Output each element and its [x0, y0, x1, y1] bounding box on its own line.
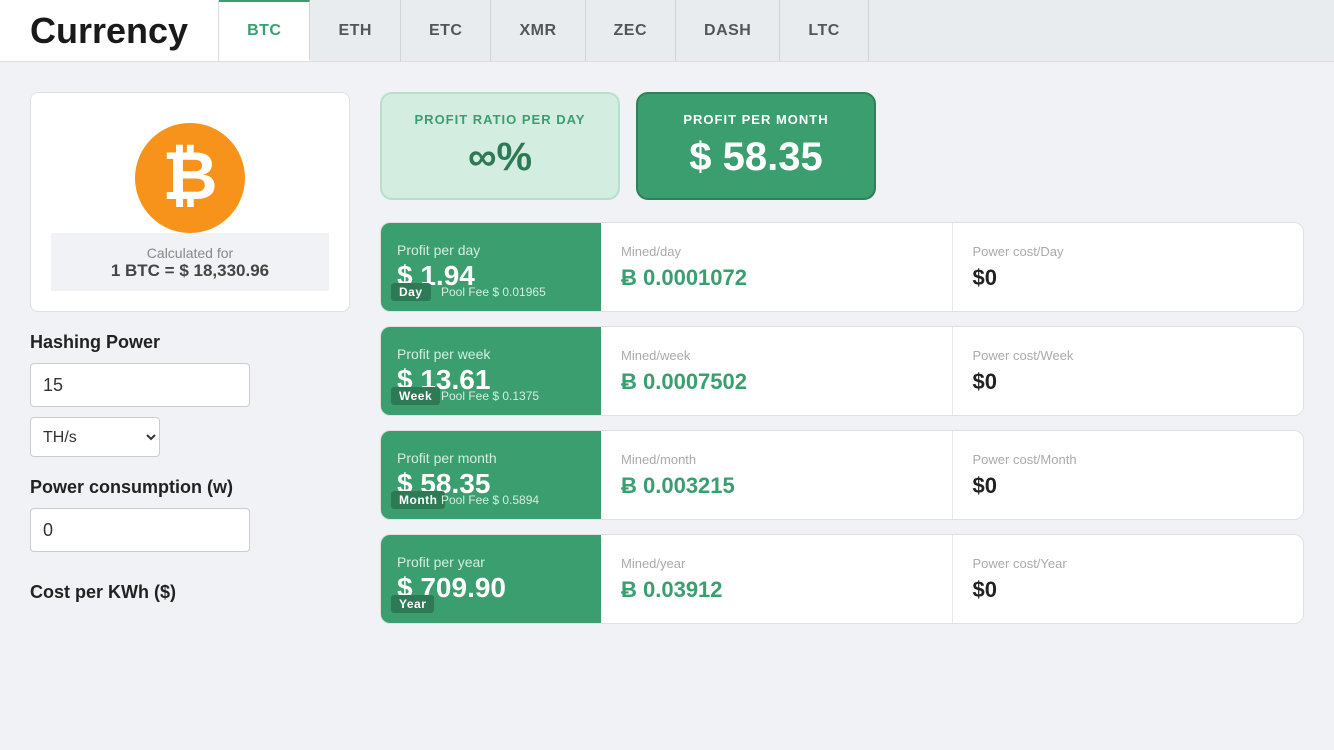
- period-title-day: Profit per day: [397, 242, 585, 258]
- period-right-month: Mined/month Ƀ 0.003215 Power cost/Month …: [601, 431, 1303, 519]
- month-card: PROFIT PER MONTH $ 58.35: [636, 92, 876, 200]
- period-left-week: Profit per week $ 13.61 Week Pool Fee $ …: [381, 327, 601, 415]
- period-row-day: Profit per day $ 1.94 Day Pool Fee $ 0.0…: [380, 222, 1304, 312]
- tab-btc[interactable]: BTC: [219, 0, 310, 61]
- hashing-unit-wrap: TH/s GH/s MH/s: [30, 417, 350, 457]
- period-left-year: Profit per year $ 709.90 Year: [381, 535, 601, 623]
- period-mined-value-month: Ƀ 0.003215: [621, 473, 735, 499]
- tab-eth[interactable]: ETH: [310, 0, 401, 61]
- period-power-label-day: Power cost/Day: [973, 244, 1064, 259]
- period-power-label-year: Power cost/Year: [973, 556, 1067, 571]
- period-rows: Profit per day $ 1.94 Day Pool Fee $ 0.0…: [380, 222, 1304, 624]
- period-mined-label-month: Mined/month: [621, 452, 696, 467]
- ratio-value: ∞%: [468, 135, 532, 180]
- power-section: Power consumption (w): [30, 457, 350, 562]
- btc-icon: ₿: [135, 123, 245, 233]
- period-title-week: Profit per week: [397, 346, 585, 362]
- currency-tabs: BTCETHETCXMRZECDASHLTC: [219, 0, 1334, 61]
- period-left-month: Profit per month $ 58.35 Month Pool Fee …: [381, 431, 601, 519]
- coin-card: ₿ Calculated for 1 BTC = $ 18,330.96: [30, 92, 350, 312]
- period-power-week: Power cost/Week $0: [952, 327, 1304, 415]
- period-power-value-day: $0: [973, 265, 997, 291]
- hashing-unit-select[interactable]: TH/s GH/s MH/s: [30, 417, 160, 457]
- period-fee-month: Pool Fee $ 0.5894: [441, 493, 539, 507]
- period-right-day: Mined/day Ƀ 0.0001072 Power cost/Day $0: [601, 223, 1303, 311]
- period-mined-week: Mined/week Ƀ 0.0007502: [601, 327, 952, 415]
- period-mined-label-year: Mined/year: [621, 556, 685, 571]
- period-mined-value-day: Ƀ 0.0001072: [621, 265, 747, 291]
- month-value: $ 58.35: [689, 135, 822, 180]
- form-section: Hashing Power TH/s GH/s MH/s: [30, 312, 350, 457]
- period-right-year: Mined/year Ƀ 0.03912 Power cost/Year $0: [601, 535, 1303, 623]
- period-row-month: Profit per month $ 58.35 Month Pool Fee …: [380, 430, 1304, 520]
- main-content: ₿ Calculated for 1 BTC = $ 18,330.96 Has…: [0, 62, 1334, 624]
- period-power-value-year: $0: [973, 577, 997, 603]
- period-power-day: Power cost/Day $0: [952, 223, 1304, 311]
- right-content: PROFIT RATIO PER DAY ∞% PROFIT PER MONTH…: [380, 92, 1304, 624]
- bitcoin-symbol: ₿: [162, 142, 217, 210]
- period-power-month: Power cost/Month $0: [952, 431, 1304, 519]
- period-mined-year: Mined/year Ƀ 0.03912: [601, 535, 952, 623]
- period-mined-value-year: Ƀ 0.03912: [621, 577, 723, 603]
- period-title-year: Profit per year: [397, 554, 585, 570]
- cost-label: Cost per KWh ($): [30, 582, 350, 603]
- period-mined-day: Mined/day Ƀ 0.0001072: [601, 223, 952, 311]
- period-row-week: Profit per week $ 13.61 Week Pool Fee $ …: [380, 326, 1304, 416]
- tab-ltc[interactable]: LTC: [780, 0, 868, 61]
- period-mined-month: Mined/month Ƀ 0.003215: [601, 431, 952, 519]
- calc-info: Calculated for 1 BTC = $ 18,330.96: [51, 233, 329, 291]
- cost-section: Cost per KWh ($): [30, 562, 350, 603]
- period-power-label-week: Power cost/Week: [973, 348, 1074, 363]
- tab-zec[interactable]: ZEC: [586, 0, 677, 61]
- period-right-week: Mined/week Ƀ 0.0007502 Power cost/Week $…: [601, 327, 1303, 415]
- header: Currency BTCETHETCXMRZECDASHLTC: [0, 0, 1334, 62]
- period-row-year: Profit per year $ 709.90 Year Mined/year…: [380, 534, 1304, 624]
- period-tag-day: Day: [391, 283, 431, 301]
- period-tag-year: Year: [391, 595, 434, 613]
- period-mined-label-week: Mined/week: [621, 348, 690, 363]
- app-title: Currency: [0, 0, 219, 61]
- month-label: PROFIT PER MONTH: [683, 112, 828, 127]
- calc-value: 1 BTC = $ 18,330.96: [61, 261, 319, 281]
- sidebar: ₿ Calculated for 1 BTC = $ 18,330.96 Has…: [30, 92, 350, 624]
- period-fee-week: Pool Fee $ 0.1375: [441, 389, 539, 403]
- hashing-label: Hashing Power: [30, 332, 350, 353]
- tab-xmr[interactable]: XMR: [491, 0, 585, 61]
- calc-label: Calculated for: [61, 245, 319, 261]
- tab-dash[interactable]: DASH: [676, 0, 780, 61]
- power-input[interactable]: [30, 508, 250, 552]
- period-mined-value-week: Ƀ 0.0007502: [621, 369, 747, 395]
- power-label: Power consumption (w): [30, 477, 350, 498]
- period-power-label-month: Power cost/Month: [973, 452, 1077, 467]
- period-title-month: Profit per month: [397, 450, 585, 466]
- ratio-label: PROFIT RATIO PER DAY: [415, 112, 586, 127]
- top-stats: PROFIT RATIO PER DAY ∞% PROFIT PER MONTH…: [380, 92, 1304, 200]
- period-tag-week: Week: [391, 387, 440, 405]
- period-tag-month: Month: [391, 491, 445, 509]
- period-power-value-month: $0: [973, 473, 997, 499]
- hashing-input[interactable]: [30, 363, 250, 407]
- tab-etc[interactable]: ETC: [401, 0, 492, 61]
- period-left-day: Profit per day $ 1.94 Day Pool Fee $ 0.0…: [381, 223, 601, 311]
- period-fee-day: Pool Fee $ 0.01965: [441, 285, 546, 299]
- period-mined-label-day: Mined/day: [621, 244, 681, 259]
- ratio-card: PROFIT RATIO PER DAY ∞%: [380, 92, 620, 200]
- period-power-value-week: $0: [973, 369, 997, 395]
- period-power-year: Power cost/Year $0: [952, 535, 1304, 623]
